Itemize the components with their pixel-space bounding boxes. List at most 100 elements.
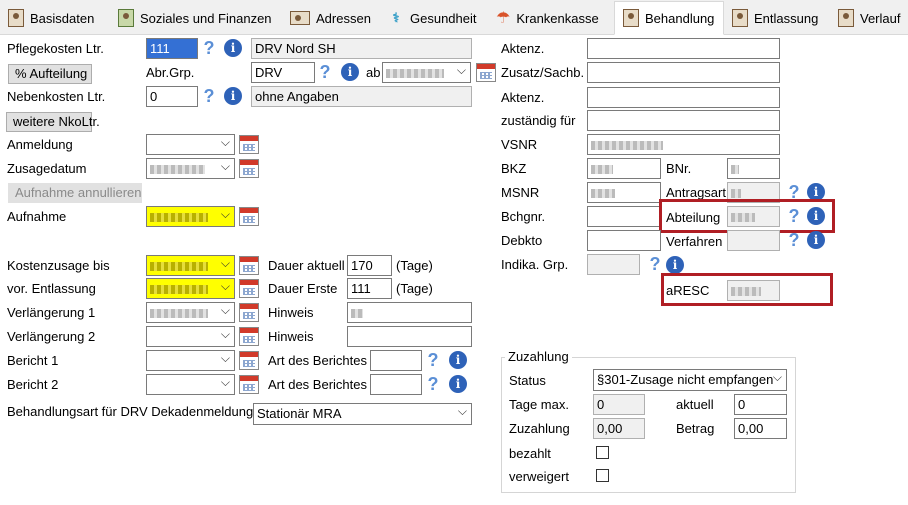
verfahren-label: Verfahren [666,234,723,249]
tab-entlassung[interactable]: Entlassung [724,3,830,33]
calendar-icon[interactable] [239,256,259,275]
tab-verlauf[interactable]: Verlauf [830,3,908,33]
person-card-icon [623,9,639,27]
zusatz-sachb-input[interactable] [587,62,780,83]
zustaendig-input[interactable] [587,110,780,131]
help-icon[interactable]: ? [425,350,441,370]
debkto-input[interactable] [587,230,661,251]
bchgnr-label: Bchgnr. [501,209,546,224]
tab-krankenkasse[interactable]: ☂ Krankenkasse [488,3,614,33]
verlaengerung1-dropdown[interactable] [146,302,235,323]
redacted-value [731,165,739,175]
dauer-aktuell-input[interactable]: 170 [347,255,392,276]
calendar-icon[interactable] [239,351,259,370]
art-berichtes2-input[interactable] [370,374,422,395]
tab-soziales-und-finanzen[interactable]: Soziales und Finanzen [110,3,282,33]
aufteilung-button[interactable]: % Aufteilung [8,64,92,84]
bezahlt-checkbox[interactable] [596,446,609,459]
redacted-value [591,141,663,151]
address-card-icon [290,11,310,25]
redacted-value [150,262,208,272]
tab-basisdaten[interactable]: Basisdaten [0,3,110,33]
aufnahme-annullieren-button[interactable]: Aufnahme annullieren [8,183,142,203]
calendar-icon[interactable] [239,207,259,226]
weitere-nkoltr-button[interactable]: weitere NkoLtr. [6,112,100,132]
aktenz-input[interactable] [587,38,780,59]
person-card-icon [838,9,854,27]
kostenzusage-dropdown[interactable] [146,255,235,276]
calendar-icon[interactable] [239,375,259,394]
calendar-icon[interactable] [476,63,496,82]
verweigert-label: verweigert [509,469,569,484]
tage-label: (Tage) [396,281,433,296]
status-dropdown[interactable]: §301-Zusage nicht empfangen [593,369,787,391]
calendar-icon[interactable] [239,327,259,346]
help-icon[interactable]: ? [201,38,217,58]
calendar-icon[interactable] [239,303,259,322]
umbrella-icon: ☂ [496,10,511,27]
verfahren-field [727,230,780,251]
vor-entlassung-dropdown[interactable] [146,278,235,299]
tab-adressen[interactable]: Adressen [282,3,380,33]
bericht1-label: Bericht 1 [7,353,59,368]
tab-behandlung[interactable]: Behandlung [614,1,724,35]
abrgrp-input[interactable]: DRV [251,62,315,83]
art-berichtes1-input[interactable] [370,350,422,371]
tage-label: (Tage) [396,258,433,273]
info-icon[interactable]: i [449,375,467,393]
info-icon[interactable]: i [807,231,825,249]
bchgnr-input[interactable] [587,206,661,227]
redacted-value [150,213,208,223]
betrag-input[interactable]: 0,00 [734,418,787,439]
ab-date-dropdown[interactable] [382,62,471,83]
zuzahlung-group-title: Zuzahlung [505,349,572,364]
kostenzusage-label: Kostenzusage bis [7,258,110,273]
zusagedatum-dropdown[interactable] [146,158,235,179]
bericht2-label: Bericht 2 [7,377,59,392]
person-card-icon [8,9,24,27]
aktenz2-input[interactable] [587,87,780,108]
redacted-value [591,189,615,199]
tab-gesundheit[interactable]: ⚕ Gesundheit [380,3,488,33]
antragsart-label: Antragsart [666,185,726,200]
art-berichtes-label: Art des Berichtes [268,353,367,368]
status-label: Status [509,373,546,388]
nebenkosten-input[interactable]: 0 [146,86,198,107]
vsnr-input[interactable] [587,134,780,155]
bericht1-dropdown[interactable] [146,350,235,371]
help-icon[interactable]: ? [201,86,217,106]
dauer-erste-input[interactable]: 111 [347,278,392,299]
pflegekosten-input[interactable]: 111 [146,38,198,59]
art-berichtes-label: Art des Berichtes [268,377,367,392]
info-icon[interactable]: i [224,39,242,57]
bnr-input[interactable] [727,158,780,179]
hinweis1-input[interactable] [347,302,472,323]
anmeldung-dropdown[interactable] [146,134,235,155]
calendar-icon[interactable] [239,135,259,154]
info-icon[interactable]: i [224,87,242,105]
calendar-icon[interactable] [239,279,259,298]
aktuell-input[interactable]: 0 [734,394,787,415]
calendar-icon[interactable] [239,159,259,178]
tab-bar: Basisdaten Soziales und Finanzen Adresse… [0,0,908,35]
zusagedatum-label: Zusagedatum [7,161,87,176]
help-icon[interactable]: ? [317,62,333,82]
tage-max-label: Tage max. [509,397,569,412]
msnr-input[interactable] [587,182,661,203]
aktenz2-label: Aktenz. [501,90,545,105]
help-icon[interactable]: ? [425,374,441,394]
aufnahme-dropdown[interactable] [146,206,235,227]
kostentraeger-field: DRV Nord SH [251,38,472,59]
info-icon[interactable]: i [449,351,467,369]
help-icon[interactable]: ? [647,254,663,274]
verlaengerung2-dropdown[interactable] [146,326,235,347]
bericht2-dropdown[interactable] [146,374,235,395]
info-icon[interactable]: i [341,63,359,81]
verweigert-checkbox[interactable] [596,469,609,482]
help-icon[interactable]: ? [786,230,802,250]
info-icon[interactable]: i [666,256,684,274]
vsnr-label: VSNR [501,137,538,152]
behandlungsart-dropdown[interactable]: Stationär MRA [253,403,472,425]
bkz-input[interactable] [587,158,661,179]
hinweis2-input[interactable] [347,326,472,347]
